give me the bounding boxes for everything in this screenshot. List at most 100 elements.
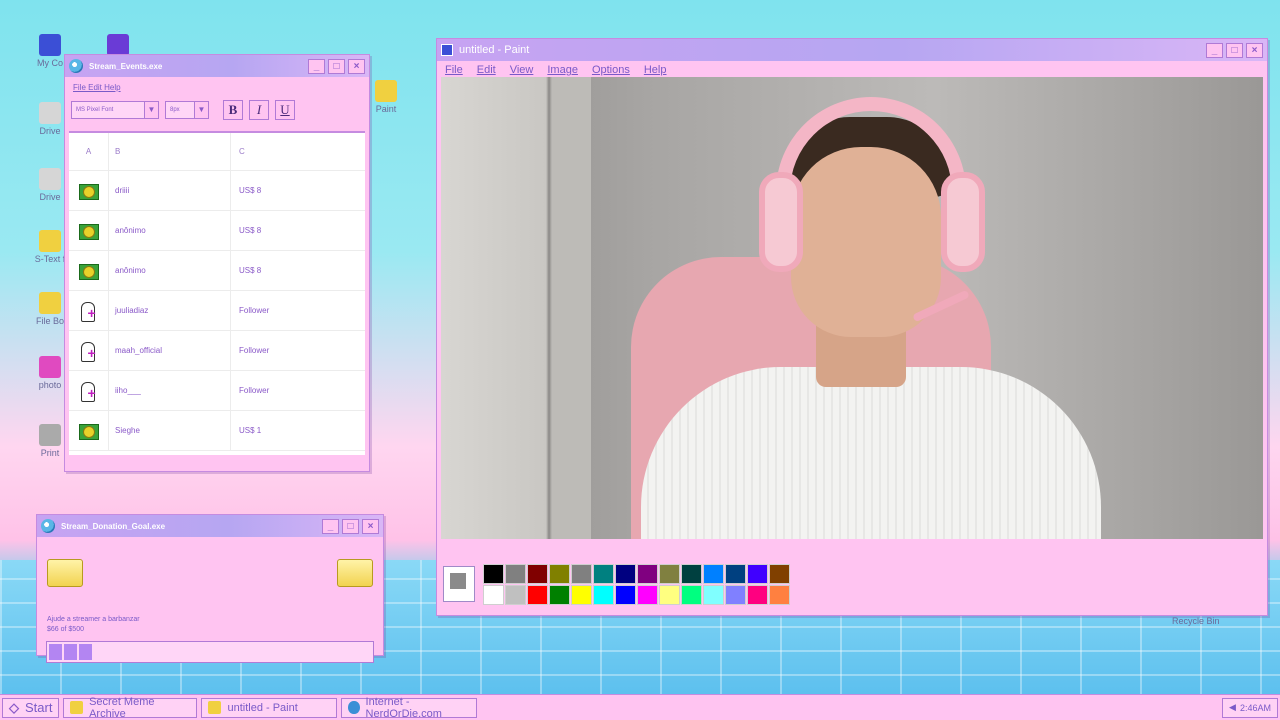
start-button[interactable]: ◇ Start — [2, 697, 60, 718]
menu-image[interactable]: Image — [547, 64, 578, 76]
color-swatch[interactable] — [769, 584, 790, 605]
taskbar-item-paint[interactable]: untitled - Paint — [201, 697, 338, 718]
minimize-button[interactable]: _ — [1206, 42, 1223, 58]
color-swatch[interactable] — [483, 563, 504, 584]
event-value-cell: Follower — [239, 346, 270, 355]
color-swatch[interactable] — [549, 584, 570, 605]
color-swatch[interactable] — [659, 563, 680, 584]
folder-icon — [47, 559, 83, 587]
money-icon — [78, 221, 99, 241]
internet-icon — [348, 701, 360, 714]
menu-options[interactable]: Options — [592, 64, 630, 76]
menu-view[interactable]: View — [510, 64, 534, 76]
event-name-cell: anônimo — [109, 211, 231, 250]
events-menu[interactable]: File Edit Help — [65, 77, 369, 98]
close-button[interactable]: × — [362, 518, 379, 534]
minimize-button[interactable]: _ — [322, 518, 339, 534]
event-name-cell: maah_official — [109, 331, 231, 370]
paint-titlebar[interactable]: untitled - Paint _ □ × — [437, 39, 1267, 61]
color-swatch[interactable] — [703, 563, 724, 584]
event-name-cell: Sieghe — [109, 411, 231, 450]
color-swatch[interactable] — [747, 584, 768, 605]
goal-window: Stream_Donation_Goal.exe _ □ × Ajude a s… — [36, 514, 384, 663]
color-swatch[interactable] — [571, 584, 592, 605]
size-select[interactable]: 8px ▼ — [165, 101, 209, 119]
taskbar-item-internet[interactable]: Internet - NerdOrDie.com — [341, 696, 478, 720]
desktop-app-icon — [375, 80, 397, 102]
bold-button[interactable]: B — [223, 100, 243, 120]
money-icon — [78, 261, 99, 281]
speaker-icon[interactable]: ◀ — [1229, 702, 1236, 713]
goal-titlebar[interactable]: Stream_Donation_Goal.exe _ □ × — [37, 515, 383, 537]
color-swatch[interactable] — [615, 584, 636, 605]
table-row[interactable]: anônimo US$ 8 — [69, 211, 365, 251]
headset-left-cup — [759, 172, 803, 272]
table-row[interactable]: anônimo US$ 8 — [69, 251, 365, 291]
color-swatch[interactable] — [549, 563, 570, 584]
table-row[interactable]: driiii US$ 8 — [69, 171, 365, 211]
table-row[interactable]: Sieghe US$ 1 — [69, 411, 365, 451]
italic-button[interactable]: I — [249, 100, 269, 120]
close-button[interactable]: × — [1246, 42, 1263, 58]
format-toolbar: MS Pixel Font ▼ 8px ▼ B I U — [65, 98, 369, 122]
event-value-cell: Follower — [239, 386, 270, 395]
color-swatch[interactable] — [505, 563, 526, 584]
color-swatch[interactable] — [527, 563, 548, 584]
table-row[interactable]: maah_official Follower — [69, 331, 365, 371]
palette-swatches — [483, 563, 790, 605]
color-swatch[interactable] — [505, 584, 526, 605]
color-swatch[interactable] — [637, 563, 658, 584]
maximize-button[interactable]: □ — [342, 518, 359, 534]
table-row[interactable]: iiho___ Follower — [69, 371, 365, 411]
current-color — [443, 566, 475, 602]
font-select[interactable]: MS Pixel Font ▼ — [71, 101, 159, 119]
table-row[interactable]: juuliadiaz Follower — [69, 291, 365, 331]
close-button[interactable]: × — [348, 58, 365, 74]
color-swatch[interactable] — [527, 584, 548, 605]
paint-canvas-webcam[interactable] — [441, 77, 1263, 539]
maximize-button[interactable]: □ — [1226, 42, 1243, 58]
add-user-icon — [79, 381, 99, 402]
color-swatch[interactable] — [659, 584, 680, 605]
menu-edit[interactable]: Edit — [477, 64, 496, 76]
globe-icon — [69, 59, 83, 73]
color-swatch[interactable] — [593, 563, 614, 584]
color-swatch[interactable] — [681, 584, 702, 605]
color-swatch[interactable] — [725, 563, 746, 584]
color-swatch[interactable] — [571, 563, 592, 584]
color-swatch[interactable] — [703, 584, 724, 605]
maximize-button[interactable]: □ — [328, 58, 345, 74]
color-swatch[interactable] — [637, 584, 658, 605]
event-value-cell: US$ 1 — [239, 426, 262, 435]
color-swatch[interactable] — [615, 563, 636, 584]
color-swatch[interactable] — [769, 563, 790, 584]
menu-file[interactable]: File — [445, 64, 463, 76]
event-value-cell: Follower — [239, 306, 270, 315]
minimize-button[interactable]: _ — [308, 58, 325, 74]
event-value-cell: US$ 8 — [239, 266, 262, 275]
event-type-cell — [69, 371, 109, 410]
webcam-door — [441, 77, 591, 539]
event-value-cell: US$ 8 — [239, 186, 262, 195]
color-swatch[interactable] — [725, 584, 746, 605]
desktop-app-icon — [39, 102, 61, 124]
underline-button[interactable]: U — [275, 100, 295, 120]
taskbar-item-meme-archive[interactable]: Secret Meme Archive — [63, 695, 198, 720]
headset-band — [776, 97, 966, 217]
goal-body: Ajude a streamer a barbanzar $66 of $500 — [37, 537, 383, 663]
event-type-cell — [69, 171, 109, 210]
events-sheet: A B C driiii US$ 8 anônimo US$ 8 anônimo US$ … — [69, 131, 365, 455]
recycle-bin-label[interactable]: Recycle Bin — [1172, 616, 1220, 626]
color-swatch[interactable] — [593, 584, 614, 605]
menu-help[interactable]: Help — [644, 64, 667, 76]
color-swatch[interactable] — [483, 584, 504, 605]
window-title: Stream_Donation_Goal.exe — [61, 521, 166, 531]
taskbar-item-label: Secret Meme Archive — [89, 695, 155, 720]
event-name-cell: anônimo — [109, 251, 231, 290]
chevron-down-icon: ▼ — [144, 102, 158, 118]
color-swatch[interactable] — [747, 563, 768, 584]
color-swatch[interactable] — [681, 563, 702, 584]
event-name-cell: juuliadiaz — [109, 291, 231, 330]
events-titlebar[interactable]: Stream_Events.exe _ □ × — [65, 55, 369, 77]
desktop-app-icon — [107, 34, 129, 56]
